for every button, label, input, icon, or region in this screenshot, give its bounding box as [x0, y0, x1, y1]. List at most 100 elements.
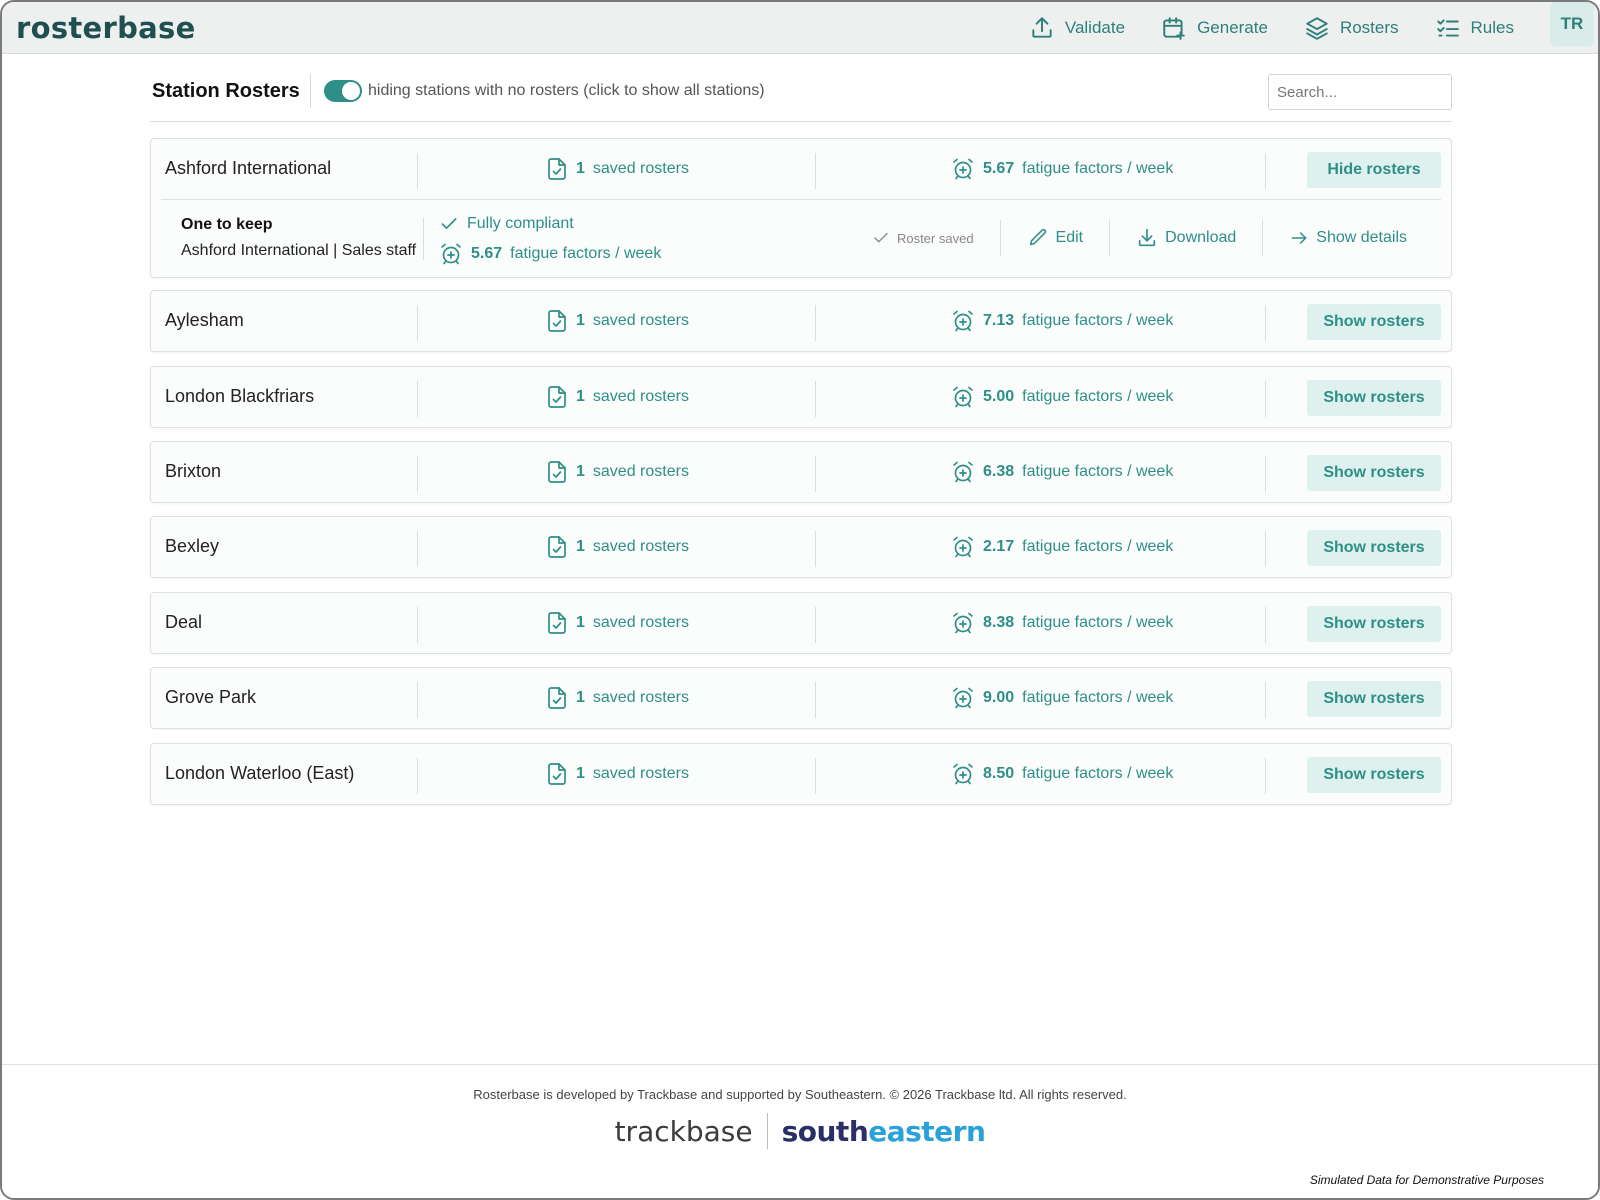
toggle-label[interactable]: hiding stations with no rosters (click t… — [368, 82, 765, 100]
show-rosters-button[interactable]: Show rosters — [1307, 757, 1441, 793]
station-name: Bexley — [165, 536, 220, 556]
saved-label: saved rosters — [592, 160, 689, 177]
station-card-grove-park: Grove Park 1 saved rosters 9.00 fatigue … — [150, 667, 1452, 729]
nav-rosters-label: Rosters — [1339, 18, 1399, 37]
fatigue-factors: 7.13 fatigue factors / week — [951, 309, 1173, 333]
saved-label: saved rosters — [592, 463, 689, 480]
document-check-icon — [548, 536, 566, 558]
roster-fatigue: 5.67 fatigue factors / week — [439, 242, 661, 266]
upload-icon — [1032, 17, 1052, 38]
divider — [1265, 607, 1266, 643]
alarm-clock-icon — [953, 310, 973, 332]
search-input[interactable] — [1268, 74, 1452, 110]
station-row: London Blackfriars 1 saved rosters 5.00 … — [151, 367, 1451, 427]
saved-label: saved rosters — [592, 388, 689, 405]
nav-rules[interactable]: Rules — [1435, 15, 1514, 41]
divider — [1265, 305, 1266, 341]
saved-label: saved rosters — [592, 614, 689, 631]
station-card-deal: Deal 1 saved rosters 8.38 fatigue factor… — [150, 592, 1452, 654]
divider — [815, 381, 816, 417]
edit-roster-button[interactable]: Edit — [1001, 227, 1110, 249]
hide-rosters-button[interactable]: Hide rosters — [1307, 152, 1441, 188]
fatigue-label: fatigue factors / week — [1022, 160, 1174, 177]
station-row: Ashford International 1 saved rosters 5.… — [151, 139, 1451, 199]
saved-label: saved rosters — [592, 312, 689, 329]
show-rosters-button[interactable]: Show rosters — [1307, 455, 1441, 491]
user-avatar[interactable]: TR — [1550, 2, 1594, 46]
divider — [815, 153, 816, 189]
fatigue-value: 8.38 — [983, 614, 1015, 631]
saved-count: 1 — [576, 312, 585, 329]
calendar-plus-icon — [1163, 17, 1185, 40]
saved-rosters-count: 1 saved rosters — [546, 686, 689, 710]
disclaimer: Simulated Data for Demonstrative Purpose… — [1309, 1173, 1544, 1187]
checkmark-icon — [874, 232, 888, 243]
southeastern-logo-part-b: eastern — [868, 1114, 986, 1148]
document-check-icon — [548, 763, 566, 785]
nav-generate-label: Generate — [1197, 18, 1268, 37]
show-rosters-button[interactable]: Show rosters — [1307, 606, 1441, 642]
divider — [815, 456, 816, 492]
fatigue-label: fatigue factors / week — [1022, 388, 1174, 405]
station-row: London Waterloo (East) 1 saved rosters 8… — [151, 744, 1451, 804]
station-card-ashford-international: Ashford International 1 saved rosters 5.… — [150, 138, 1452, 278]
nav-items: Validate Generate Rosters Rules TR — [1029, 2, 1598, 54]
show-rosters-button[interactable]: Show rosters — [1307, 380, 1441, 416]
alarm-clock-icon — [953, 158, 973, 180]
saved-label: saved rosters — [592, 538, 689, 555]
station-row: Grove Park 1 saved rosters 9.00 fatigue … — [151, 668, 1451, 728]
saved-count: 1 — [576, 538, 585, 555]
station-card-bexley: Bexley 1 saved rosters 2.17 fatigue fact… — [150, 516, 1452, 578]
fatigue-value: 5.67 — [983, 160, 1015, 177]
saved-rosters-count: 1 saved rosters — [546, 157, 689, 181]
saved-count: 1 — [576, 160, 585, 177]
fatigue-value: 6.38 — [983, 463, 1015, 480]
station-card-london-blackfriars: London Blackfriars 1 saved rosters 5.00 … — [150, 366, 1452, 428]
document-check-icon — [548, 386, 566, 408]
divider — [417, 607, 418, 643]
toggle-knob — [342, 82, 360, 100]
station-row: Aylesham 1 saved rosters 7.13 fatigue fa… — [151, 291, 1451, 351]
divider — [423, 218, 424, 260]
fatigue-label: fatigue factors / week — [1022, 538, 1174, 555]
compliance-status: Fully compliant — [439, 214, 574, 234]
divider — [417, 456, 418, 492]
nav-generate[interactable]: Generate — [1161, 15, 1268, 41]
station-name: Grove Park — [165, 687, 257, 707]
download-roster-button[interactable]: Download — [1110, 227, 1262, 249]
show-rosters-button[interactable]: Show rosters — [1307, 530, 1441, 566]
divider — [417, 682, 418, 718]
saved-count: 1 — [576, 765, 585, 782]
hide-empty-stations-toggle[interactable] — [324, 80, 362, 102]
show-rosters-button[interactable]: Show rosters — [1307, 304, 1441, 340]
show-details-label: Show details — [1316, 229, 1407, 246]
roster-saved-label: Roster saved — [896, 230, 974, 246]
show-details-button[interactable]: Show details — [1263, 228, 1433, 248]
fatigue-label: fatigue factors / week — [1022, 765, 1174, 782]
fatigue-value: 8.50 — [983, 765, 1015, 782]
show-rosters-button[interactable]: Show rosters — [1307, 681, 1441, 717]
southeastern-logo-part-a: south — [781, 1114, 869, 1148]
saved-count: 1 — [576, 614, 585, 631]
station-row: Bexley 1 saved rosters 2.17 fatigue fact… — [151, 517, 1451, 577]
saved-count: 1 — [576, 689, 585, 706]
alarm-clock-icon — [953, 687, 973, 709]
nav-rosters[interactable]: Rosters — [1304, 15, 1399, 41]
saved-rosters-count: 1 saved rosters — [546, 535, 689, 559]
app-window: rosterbase Validate Generate Rosters Rul… — [0, 0, 1600, 1200]
alarm-clock-icon — [953, 536, 973, 558]
brand-logo[interactable]: rosterbase — [16, 11, 196, 45]
fatigue-label: fatigue factors / week — [1022, 614, 1174, 631]
document-check-icon — [548, 461, 566, 483]
fatigue-factors: 9.00 fatigue factors / week — [951, 686, 1173, 710]
divider — [417, 531, 418, 567]
partner-logos: trackbase southeastern — [2, 1113, 1598, 1149]
fatigue-factors: 5.00 fatigue factors / week — [951, 385, 1173, 409]
nav-validate[interactable]: Validate — [1029, 15, 1125, 41]
divider — [1265, 531, 1266, 567]
roster-actions: Roster saved Edit Download Show details — [846, 220, 1433, 256]
checkmark-icon — [441, 218, 457, 229]
divider — [815, 607, 816, 643]
fatigue-factors: 5.67 fatigue factors / week — [951, 157, 1173, 181]
divider — [1265, 381, 1266, 417]
